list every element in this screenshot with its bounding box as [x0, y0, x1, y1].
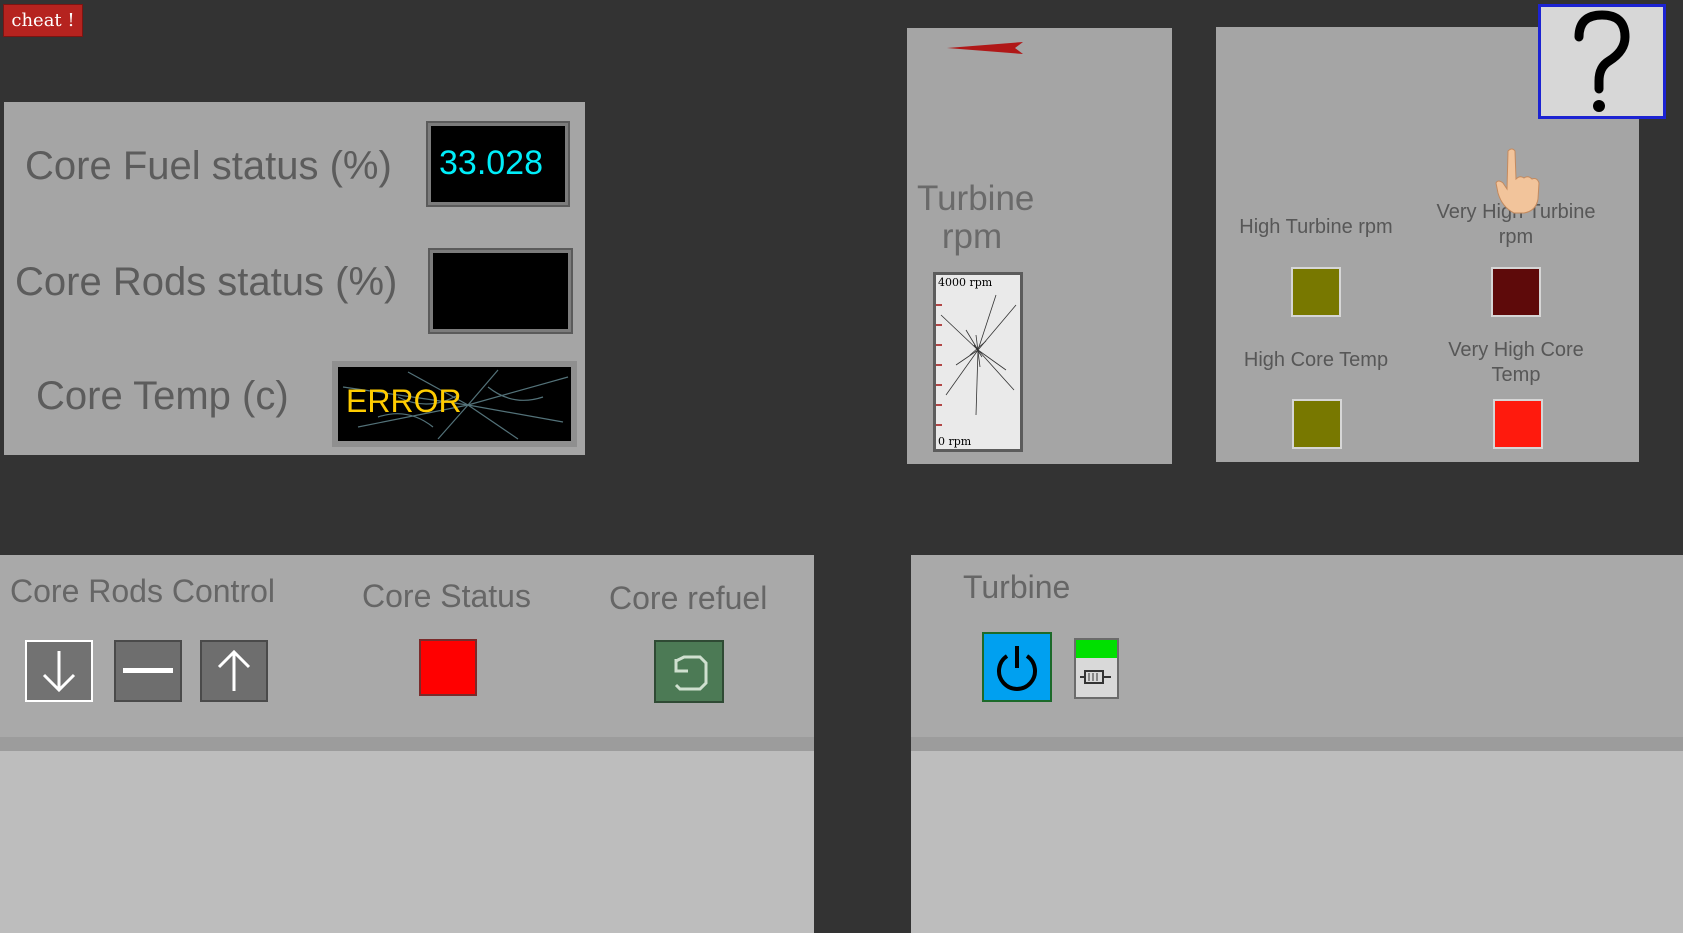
core-temp-display: ERROR [332, 361, 577, 447]
very-high-core-temp-lamp [1493, 399, 1543, 449]
question-mark-icon [1574, 9, 1630, 112]
core-fuel-display: 33.028 [426, 121, 570, 207]
very-high-turbine-rpm-lamp [1491, 267, 1541, 317]
cheat-button[interactable]: cheat ! [3, 4, 83, 37]
refresh-icon [674, 655, 708, 690]
generator-indicator [1076, 640, 1117, 658]
rods-hold-button[interactable] [114, 640, 182, 702]
turbine-rpm-gauge: 4000 rpm 0 rpm [933, 272, 1023, 452]
core-refuel-button[interactable] [654, 640, 724, 703]
help-button[interactable] [1538, 4, 1666, 119]
core-fuel-value: 33.028 [439, 144, 543, 182]
high-turbine-rpm-label: High Turbine rpm [1239, 216, 1393, 238]
high-core-temp-label: High Core Temp [1243, 349, 1389, 371]
core-controls-panel: Core Rods Control Core Status Core refue… [0, 555, 814, 933]
panel-lower-area [911, 751, 1683, 933]
core-rods-display [428, 248, 573, 334]
turbine-power-button[interactable] [982, 632, 1052, 702]
high-core-temp-lamp [1292, 399, 1342, 449]
gauge-cracked-glass [936, 294, 1017, 426]
core-fuel-label: Core Fuel status (%) [25, 144, 392, 188]
core-temp-label: Core Temp (c) [36, 374, 289, 418]
turbine-controls-panel: Turbine [911, 555, 1683, 933]
core-status-indicator [419, 639, 477, 696]
panel-divider [911, 737, 1683, 751]
turbine-title: Turbine [963, 569, 1071, 605]
core-temp-value: ERROR [346, 383, 462, 419]
core-rods-control-title: Core Rods Control [10, 573, 275, 609]
rpm-needle-icon [947, 42, 1023, 54]
rods-down-button[interactable] [25, 640, 93, 702]
core-status-panel: Core Fuel status (%) 33.028 Core Rods st… [4, 102, 585, 455]
panel-divider [0, 737, 814, 751]
very-high-core-temp-label: Very High Core Temp [1448, 339, 1584, 386]
arrow-down-icon [42, 651, 76, 693]
generator-icon [1080, 670, 1111, 684]
gauge-min-label: 0 rpm [938, 435, 972, 448]
turbine-rpm-panel: Turbine rpm 4000 rpm 0 rpm [907, 28, 1172, 464]
high-turbine-rpm-lamp [1291, 267, 1341, 317]
turbine-rpm-title: Turbine rpm [917, 179, 1035, 256]
turbine-generator-button[interactable] [1074, 638, 1119, 699]
hand-cursor-icon [1495, 148, 1540, 214]
power-icon [997, 646, 1037, 691]
core-status-title: Core Status [362, 578, 531, 614]
panel-lower-area [0, 751, 814, 933]
rods-up-button[interactable] [200, 640, 268, 702]
core-rods-label: Core Rods status (%) [15, 260, 398, 304]
arrow-up-icon [217, 649, 251, 691]
minus-icon [123, 668, 173, 673]
core-refuel-title: Core refuel [609, 580, 768, 616]
